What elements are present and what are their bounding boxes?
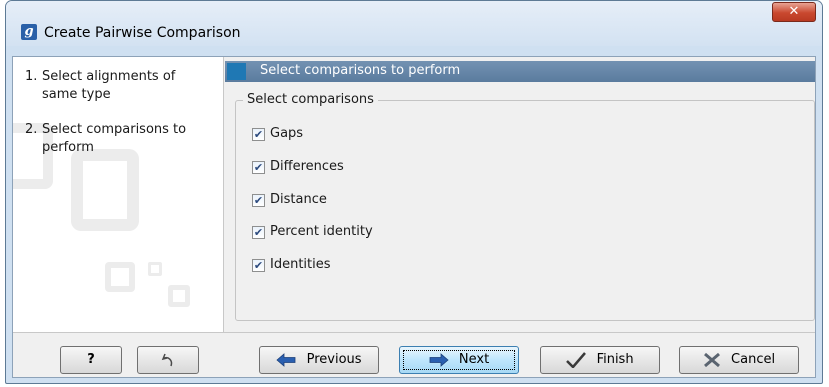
checkmark-icon <box>566 351 587 368</box>
finish-button[interactable]: Finish <box>540 346 660 374</box>
decorative-square <box>71 149 139 231</box>
percent-identity-label[interactable]: Percent identity <box>270 224 373 239</box>
decorative-square <box>168 285 190 307</box>
wizard-step: 2. Select comparisons to perform <box>25 121 202 157</box>
dialog-window: g Create Pairwise Comparison ✕ 1. Select … <box>5 0 823 384</box>
distance-label[interactable]: Distance <box>270 192 327 207</box>
percent-identity-checkbox[interactable]: ✔ <box>252 226 265 239</box>
dialog-body: 1. Select alignments of same type 2. Selec… <box>12 56 816 378</box>
previous-label: Previous <box>306 351 362 367</box>
checkmark-icon: ✔ <box>253 226 264 239</box>
wizard-step: 1. Select alignments of same type <box>25 68 202 104</box>
distance-checkbox[interactable]: ✔ <box>252 194 265 207</box>
button-bar: ? Previous Next Finish Cancel <box>13 332 815 377</box>
app-icon: g <box>21 24 37 40</box>
gaps-checkbox[interactable]: ✔ <box>252 128 265 141</box>
section-header: Select comparisons to perform <box>225 61 815 82</box>
cancel-x-icon <box>703 352 720 367</box>
differences-checkbox[interactable]: ✔ <box>252 161 265 174</box>
checkmark-icon: ✔ <box>253 194 264 207</box>
section-title: Select comparisons to perform <box>260 63 461 78</box>
checkmark-icon: ✔ <box>253 161 264 174</box>
title-bar[interactable]: g Create Pairwise Comparison ✕ <box>6 1 822 46</box>
cancel-button[interactable]: Cancel <box>679 346 799 374</box>
reset-button[interactable] <box>137 346 199 374</box>
step-number: 1. <box>25 69 38 84</box>
undo-arrow-icon <box>161 353 173 366</box>
arrow-right-icon <box>429 352 449 367</box>
window-title: Create Pairwise Comparison <box>44 25 241 41</box>
group-legend: Select comparisons <box>243 92 378 107</box>
section-marker <box>227 63 246 80</box>
checkmark-icon: ✔ <box>253 128 264 141</box>
comparisons-group: Select comparisons ✔ Gaps ✔ Differences … <box>235 92 815 321</box>
gaps-label[interactable]: Gaps <box>270 126 303 141</box>
step-text: Select alignments of same type <box>42 69 176 102</box>
next-button[interactable]: Next <box>399 346 519 374</box>
close-icon: ✕ <box>788 4 800 19</box>
finish-label: Finish <box>596 351 634 367</box>
previous-button[interactable]: Previous <box>259 346 379 374</box>
help-button[interactable]: ? <box>60 346 122 374</box>
decorative-square <box>148 262 162 276</box>
close-button[interactable]: ✕ <box>772 2 816 22</box>
decorative-square <box>105 262 135 292</box>
wizard-steps-panel: 1. Select alignments of same type 2. Selec… <box>13 57 224 332</box>
help-icon: ? <box>87 351 95 367</box>
main-content: Select comparisons to perform Select com… <box>225 57 815 332</box>
step-text: Select comparisons to perform <box>42 122 187 155</box>
identities-checkbox[interactable]: ✔ <box>252 259 265 272</box>
step-number: 2. <box>25 122 38 137</box>
arrow-left-icon <box>276 352 296 367</box>
identities-label[interactable]: Identities <box>270 257 331 272</box>
next-label: Next <box>458 351 490 367</box>
differences-label[interactable]: Differences <box>270 159 344 174</box>
checkmark-icon: ✔ <box>253 259 264 272</box>
cancel-label: Cancel <box>731 351 776 367</box>
